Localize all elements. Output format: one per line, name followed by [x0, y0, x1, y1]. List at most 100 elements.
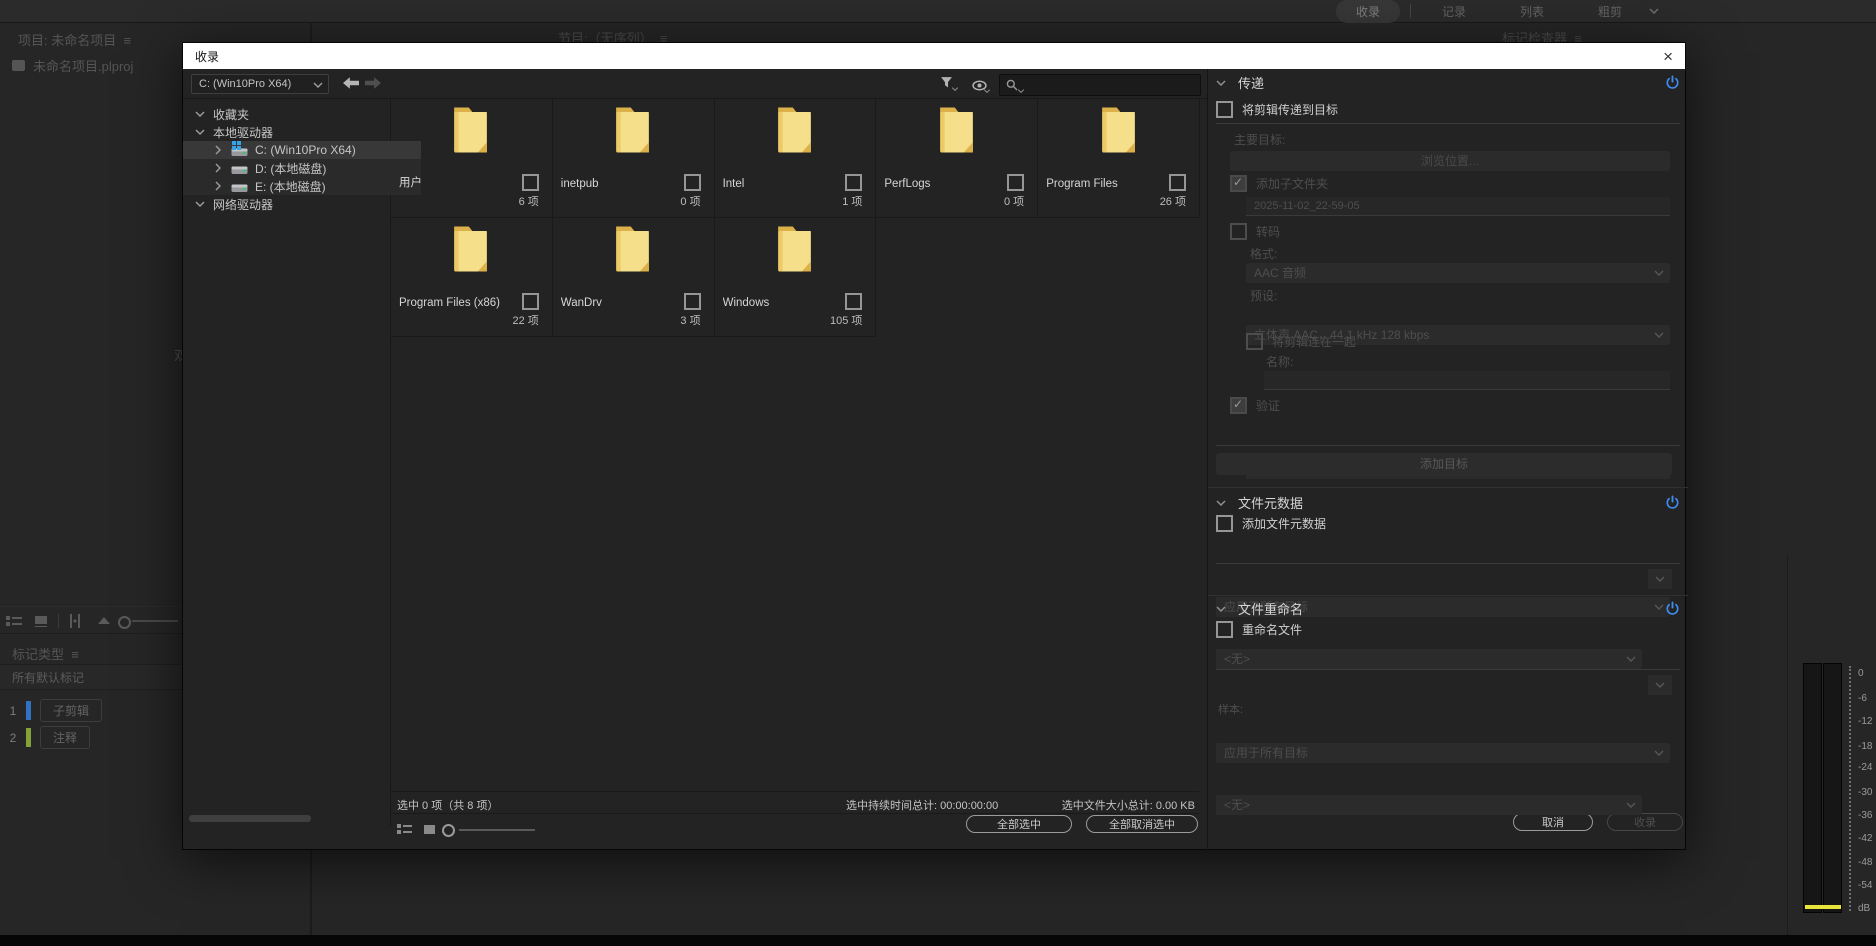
browse-location-button[interactable]: 浏览位置...	[1230, 151, 1670, 171]
folder-checkbox[interactable]	[684, 293, 701, 310]
dialog-title: 收录	[195, 48, 219, 65]
folder-checkbox[interactable]	[522, 293, 539, 310]
folder-tile[interactable]: PerfLogs 0 项	[876, 99, 1038, 218]
column-settings-icon[interactable]	[68, 614, 82, 628]
folder-checkbox[interactable]	[684, 174, 701, 191]
verify-checkbox[interactable]	[1230, 397, 1247, 414]
tree-item-drive-d[interactable]: D: (本地磁盘)	[183, 159, 421, 177]
panel-menu-icon[interactable]: ≡	[123, 33, 131, 48]
chevron-right-icon[interactable]	[215, 181, 221, 191]
zoom-slider-track[interactable]	[132, 620, 178, 622]
project-file-row[interactable]: 未命名项目.plproj	[12, 56, 133, 75]
folder-tile[interactable]: Windows 105 项	[715, 218, 877, 337]
thumbnail-view-icon[interactable]	[34, 615, 48, 627]
tree-item-network-drives[interactable]: 网络驱动器	[183, 195, 403, 213]
audio-meter-right	[1823, 663, 1842, 913]
tree-item-drive-c[interactable]: C: (Win10Pro X64)	[183, 141, 421, 159]
thumbnail-zoom-track[interactable]	[459, 829, 535, 831]
chevron-right-icon[interactable]	[215, 145, 221, 155]
footer-divider	[391, 813, 1199, 814]
back-arrow-icon[interactable]	[343, 77, 359, 89]
chevron-right-icon[interactable]	[215, 163, 221, 173]
folder-checkbox[interactable]	[1007, 174, 1024, 191]
folder-checkbox[interactable]	[1169, 174, 1186, 191]
workspace-chevron-icon[interactable]	[1649, 8, 1659, 14]
selection-count: 选中 0 项（共 8 项）	[397, 797, 498, 813]
preview-eye-icon[interactable]	[972, 78, 988, 92]
metadata-extra-dropdown[interactable]	[1648, 569, 1672, 589]
add-subfolder-checkbox[interactable]	[1230, 175, 1247, 192]
thumbnail-size-icon[interactable]	[423, 823, 436, 835]
dialog-title-bar[interactable]: 收录 ×	[183, 43, 1685, 69]
section-rename-header[interactable]: 文件重命名	[1216, 599, 1680, 618]
tab-ingest[interactable]: 收录	[1336, 0, 1400, 23]
tab-list[interactable]: 列表	[1520, 3, 1544, 20]
grid-view-icon[interactable]	[397, 823, 413, 835]
rename-extra-dropdown[interactable]	[1648, 675, 1672, 695]
bottom-strip	[0, 935, 1876, 946]
marker-row-subclip[interactable]: 1 子剪辑	[0, 699, 102, 722]
search-input[interactable]	[999, 74, 1201, 96]
transcode-row[interactable]: 转码	[1230, 223, 1280, 240]
select-all-button[interactable]: 全部选中	[966, 815, 1072, 833]
transfer-clips-checkbox[interactable]	[1216, 101, 1233, 118]
thumbnail-zoom-knob[interactable]	[442, 824, 455, 837]
drive-select[interactable]: C: (Win10Pro X64)	[191, 74, 329, 94]
folder-icon	[606, 223, 660, 275]
folder-tile[interactable]: Program Files (x86) 22 项	[391, 218, 553, 337]
selection-duration: 选中持续时间总计: 00:00:00:00	[846, 797, 998, 813]
format-dropdown[interactable]: AAC 音频	[1246, 263, 1670, 283]
folder-checkbox[interactable]	[845, 293, 862, 310]
meter-tick-label: -54	[1858, 880, 1872, 891]
verify-row[interactable]: 验证	[1230, 397, 1280, 414]
folder-tile[interactable]: Intel 1 项	[715, 99, 877, 218]
stitch-clips-checkbox[interactable]	[1246, 333, 1263, 350]
meter-panel-divider	[1787, 555, 1788, 935]
section-transfer-header[interactable]: 传递	[1216, 73, 1680, 92]
folder-tile[interactable]: WanDrv 3 项	[553, 218, 715, 337]
zoom-out-icon[interactable]	[98, 617, 110, 624]
transcode-checkbox[interactable]	[1230, 223, 1247, 240]
marker-panel-menu-icon[interactable]: ≡	[71, 647, 79, 662]
folder-tile[interactable]: inetpub 0 项	[553, 99, 715, 218]
tree-item-local-drives[interactable]: 本地驱动器	[183, 123, 403, 141]
tab-rough-cut[interactable]: 粗剪	[1598, 3, 1622, 20]
close-icon[interactable]: ×	[1663, 48, 1673, 65]
folder-checkbox[interactable]	[522, 174, 539, 191]
drive-icon	[231, 162, 248, 175]
rename-files-row[interactable]: 重命名文件	[1216, 621, 1302, 638]
tab-logging[interactable]: 记录	[1442, 3, 1466, 20]
power-toggle-icon[interactable]	[1665, 601, 1680, 616]
forward-arrow-icon[interactable]	[365, 77, 381, 89]
list-view-icon[interactable]	[6, 615, 22, 627]
folder-tile[interactable]: 用户 6 项	[391, 99, 553, 218]
power-toggle-icon[interactable]	[1665, 75, 1680, 90]
folder-checkbox[interactable]	[845, 174, 862, 191]
project-file-name: 未命名项目.plproj	[33, 56, 133, 75]
folder-tile[interactable]: Program Files 26 项	[1038, 99, 1200, 218]
filter-icon[interactable]	[940, 76, 956, 90]
tree-item-favorites[interactable]: 收藏夹	[183, 105, 403, 123]
deselect-all-button[interactable]: 全部取消选中	[1086, 815, 1198, 833]
subfolder-name-input[interactable]: 2025-11-02_22-59-05	[1246, 197, 1670, 216]
add-metadata-row[interactable]: 添加文件元数据	[1216, 515, 1326, 532]
divider	[1216, 123, 1680, 124]
metadata-form-dropdown[interactable]: <无>	[1216, 649, 1642, 669]
power-toggle-icon[interactable]	[1665, 495, 1680, 510]
rename-files-checkbox[interactable]	[1216, 621, 1233, 638]
zoom-slider-knob[interactable]	[118, 616, 131, 629]
tree-horizontal-scrollbar[interactable]	[189, 815, 311, 822]
toolbar-divider	[58, 614, 59, 628]
add-destination-button[interactable]: 添加目标	[1216, 453, 1672, 475]
marker-row-comment[interactable]: 2 注释	[0, 726, 90, 749]
add-subfolder-row[interactable]: 添加子文件夹	[1230, 175, 1328, 192]
transfer-clips-row[interactable]: 将剪辑传递到目标	[1216, 101, 1338, 118]
rename-apply-dropdown[interactable]: 应用于所有目标	[1216, 743, 1670, 763]
chevron-down-icon	[1626, 656, 1636, 662]
rename-preset-dropdown[interactable]: <无>	[1216, 795, 1642, 815]
stitch-clips-row[interactable]: 将剪辑连在一起	[1246, 333, 1356, 350]
stitch-name-input[interactable]	[1264, 371, 1670, 390]
add-metadata-checkbox[interactable]	[1216, 515, 1233, 532]
tree-item-drive-e[interactable]: E: (本地磁盘)	[183, 177, 421, 195]
section-metadata-header[interactable]: 文件元数据	[1216, 493, 1680, 512]
